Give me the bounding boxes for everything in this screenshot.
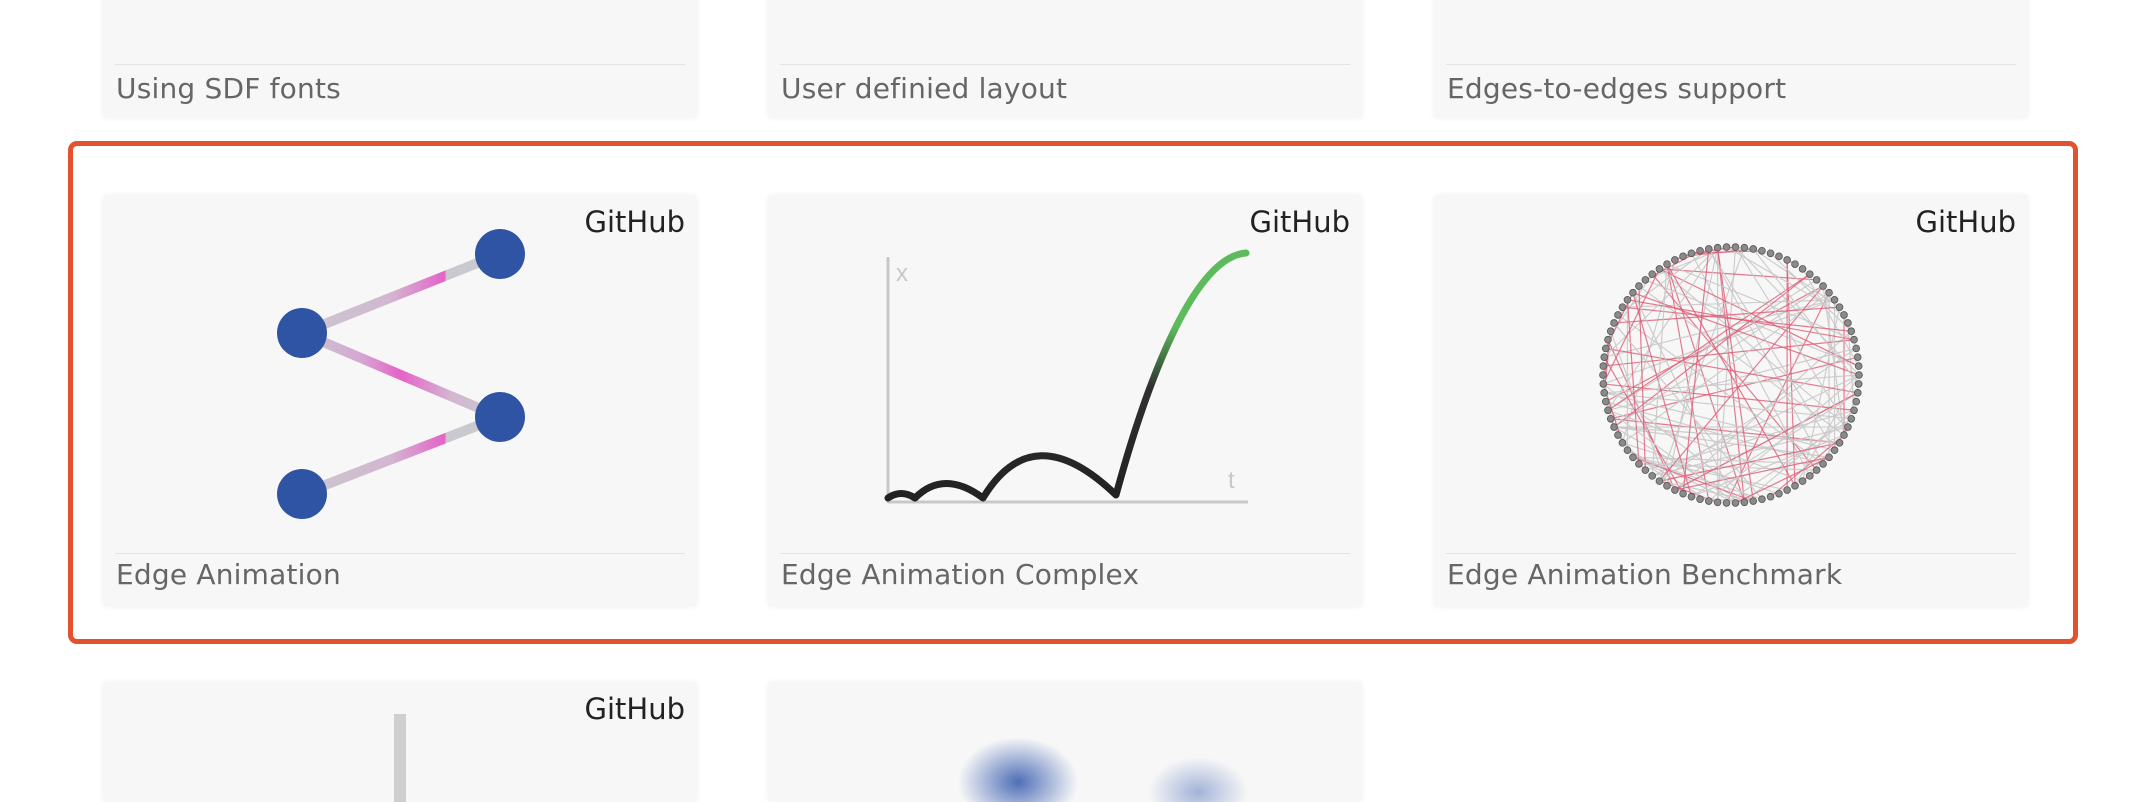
example-card-sdf-fonts[interactable]: Using SDF fonts [103, 0, 697, 118]
easing-curve [884, 249, 1250, 502]
circle-graph-icon [1599, 243, 1863, 507]
github-link[interactable]: GitHub [1916, 205, 2017, 239]
blurred-node-thumbnail [958, 737, 1248, 802]
graph-edge [297, 249, 505, 338]
example-card-edge-animation-benchmark[interactable]: GitHub Edge Animation Benchmark [1434, 195, 2028, 607]
card-title: Edge Animation [116, 558, 341, 591]
graph-edge [297, 412, 505, 499]
card-divider [780, 553, 1350, 554]
example-card-edge-animation-complex[interactable]: x t GitHub Edge Animation Complex [768, 195, 1362, 607]
card-divider [780, 64, 1350, 65]
card-title: Using SDF fonts [116, 72, 341, 105]
example-card-bottom-1[interactable]: GitHub [103, 682, 697, 802]
card-title: Edge Animation Complex [781, 558, 1140, 591]
graph-node [277, 308, 327, 358]
example-card-edge-animation[interactable]: GitHub Edge Animation [103, 195, 697, 607]
github-link[interactable]: GitHub [585, 692, 686, 726]
card-divider [1446, 64, 2016, 65]
axis-label-t: t [1228, 467, 1235, 494]
graph-node [277, 469, 327, 519]
graph-node [475, 229, 525, 279]
card-divider [115, 64, 685, 65]
graph-edge [297, 328, 505, 422]
card-divider [1446, 553, 2016, 554]
example-card-user-layout[interactable]: User definied layout [768, 0, 1362, 118]
card-title: User definied layout [781, 72, 1068, 105]
card-divider [115, 553, 685, 554]
example-card-edges-to-edges[interactable]: Edges-to-edges support [1434, 0, 2028, 118]
card-title: Edges-to-edges support [1447, 72, 1787, 105]
axis-label-x: x [896, 260, 908, 287]
example-card-bottom-2[interactable] [768, 682, 1362, 802]
graph-icon [277, 229, 525, 519]
github-link[interactable]: GitHub [1250, 205, 1351, 239]
easing-curve-icon: x t [884, 249, 1250, 504]
graph-node [475, 392, 525, 442]
github-link[interactable]: GitHub [585, 205, 686, 239]
card-title: Edge Animation Benchmark [1447, 558, 1843, 591]
